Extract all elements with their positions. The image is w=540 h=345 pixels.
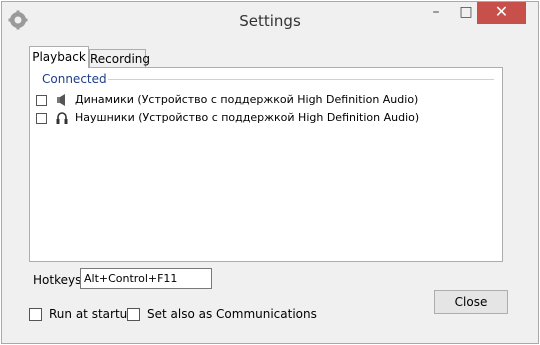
maximize-button[interactable]: □: [452, 2, 480, 24]
device-label: Динамики (Устройство с поддержкой High D…: [75, 93, 419, 106]
device-label: Наушники (Устройство с поддержкой High D…: [75, 111, 420, 124]
set-communications-option[interactable]: Set also as Communications: [127, 306, 317, 322]
tab-recording[interactable]: Recording: [89, 49, 150, 68]
set-communications-checkbox[interactable]: [127, 308, 140, 321]
run-at-startup-option[interactable]: Run at startup: [29, 306, 135, 322]
close-button[interactable]: Close: [434, 290, 508, 314]
run-at-startup-label: Run at startup: [49, 307, 135, 321]
hotkeys-label: Hotkeys: [33, 273, 82, 287]
minimize-button[interactable]: –: [422, 2, 450, 24]
hotkeys-input[interactable]: [80, 268, 212, 289]
title-bar: Settings – □ ✕: [2, 2, 538, 40]
group-divider: [108, 79, 494, 80]
device-checkbox[interactable]: [36, 94, 47, 106]
set-communications-label: Set also as Communications: [147, 307, 317, 321]
playback-panel: Connected Динамики (Устройство с поддерж…: [29, 67, 503, 262]
close-window-button[interactable]: ✕: [477, 2, 526, 24]
device-item-speakers[interactable]: Динамики (Устройство с поддержкой High D…: [36, 92, 418, 108]
device-item-headphones[interactable]: Наушники (Устройство с поддержкой High D…: [36, 110, 419, 126]
device-checkbox[interactable]: [36, 112, 47, 124]
speaker-icon: [56, 94, 65, 106]
run-at-startup-checkbox[interactable]: [29, 308, 42, 321]
group-header-connected: Connected: [42, 72, 107, 86]
tab-playback[interactable]: Playback: [29, 46, 89, 68]
headphones-icon: [56, 112, 67, 124]
